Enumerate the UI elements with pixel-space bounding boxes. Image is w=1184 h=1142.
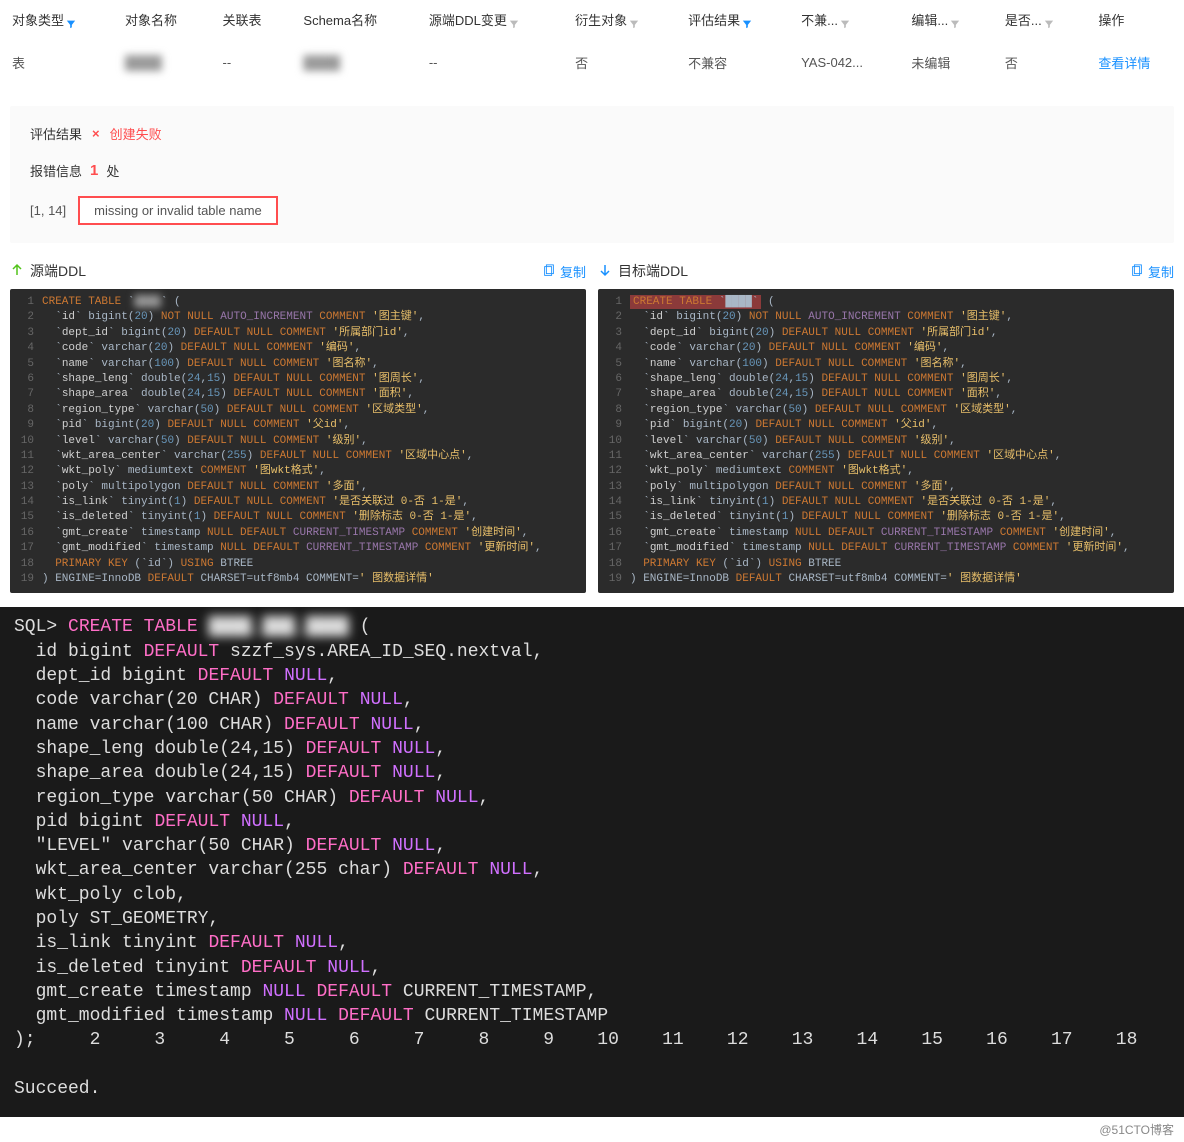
- filter-icon[interactable]: [950, 17, 960, 27]
- error-info-label: 报错信息: [30, 161, 82, 180]
- evaluation-panel: 评估结果 × 创建失败 报错信息 1 处 [1, 14] missing or …: [10, 106, 1174, 243]
- col-header[interactable]: 是否...: [993, 0, 1087, 39]
- watermark: @51CTO博客: [0, 1117, 1184, 1142]
- view-detail-link[interactable]: 查看详情: [1098, 56, 1150, 71]
- sql-terminal[interactable]: SQL> CREATE TABLE ████_███_████ ( id big…: [0, 607, 1184, 1117]
- table-row[interactable]: 表████--████--否不兼容YAS-042...未编辑否查看详情: [0, 39, 1184, 86]
- col-header[interactable]: 编辑...: [899, 0, 993, 39]
- col-header[interactable]: 评估结果: [676, 0, 789, 39]
- error-message-box: missing or invalid table name: [78, 196, 278, 225]
- table-cell: 否: [563, 39, 676, 86]
- table-cell: YAS-042...: [789, 39, 899, 86]
- copy-source-button[interactable]: 复制: [542, 262, 586, 281]
- copy-icon: [1130, 264, 1144, 278]
- error-unit: 处: [106, 161, 119, 180]
- filter-icon[interactable]: [629, 17, 639, 27]
- col-header[interactable]: 操作: [1086, 0, 1184, 39]
- col-header[interactable]: 衍生对象: [563, 0, 676, 39]
- col-header[interactable]: 对象名称: [113, 0, 211, 39]
- error-location: [1, 14]: [30, 203, 66, 218]
- error-count: 1: [90, 162, 98, 179]
- filter-icon[interactable]: [840, 17, 850, 27]
- table-cell: ████: [113, 39, 211, 86]
- table-cell: --: [417, 39, 563, 86]
- col-header[interactable]: 不兼...: [789, 0, 899, 39]
- table-cell: ████: [291, 39, 416, 86]
- eval-result-label: 评估结果: [30, 124, 82, 143]
- arrow-up-icon: [10, 263, 24, 280]
- object-table: 对象类型对象名称关联表Schema名称源端DDL变更衍生对象评估结果不兼...编…: [0, 0, 1184, 86]
- table-cell[interactable]: 查看详情: [1086, 39, 1184, 86]
- filter-icon[interactable]: [66, 17, 76, 27]
- source-ddl-label: 源端DDL: [30, 261, 86, 281]
- filter-icon[interactable]: [742, 17, 752, 27]
- fail-x-icon: ×: [92, 126, 100, 141]
- table-cell: 未编辑: [899, 39, 993, 86]
- table-cell: 否: [993, 39, 1087, 86]
- source-ddl-code[interactable]: 1CREATE TABLE `████` (2 `id` bigint(20) …: [10, 289, 586, 593]
- ddl-compare-section: 源端DDL 复制 1CREATE TABLE `████` (2 `id` bi…: [10, 257, 1174, 593]
- eval-fail-text: 创建失败: [110, 124, 162, 143]
- copy-label: 复制: [560, 262, 586, 281]
- target-ddl-label: 目标端DDL: [618, 261, 688, 281]
- arrow-down-icon: [598, 263, 612, 280]
- table-header-row: 对象类型对象名称关联表Schema名称源端DDL变更衍生对象评估结果不兼...编…: [0, 0, 1184, 39]
- target-ddl-code[interactable]: 1CREATE TABLE `████` (2 `id` bigint(20) …: [598, 289, 1174, 593]
- table-cell: --: [211, 39, 292, 86]
- col-header[interactable]: 对象类型: [0, 0, 113, 39]
- filter-icon[interactable]: [509, 17, 519, 27]
- col-header[interactable]: Schema名称: [291, 0, 416, 39]
- filter-icon[interactable]: [1044, 17, 1054, 27]
- copy-target-button[interactable]: 复制: [1130, 262, 1174, 281]
- copy-icon: [542, 264, 556, 278]
- col-header[interactable]: 关联表: [211, 0, 292, 39]
- copy-label: 复制: [1148, 262, 1174, 281]
- table-cell: 不兼容: [676, 39, 789, 86]
- col-header[interactable]: 源端DDL变更: [417, 0, 563, 39]
- table-cell: 表: [0, 39, 113, 86]
